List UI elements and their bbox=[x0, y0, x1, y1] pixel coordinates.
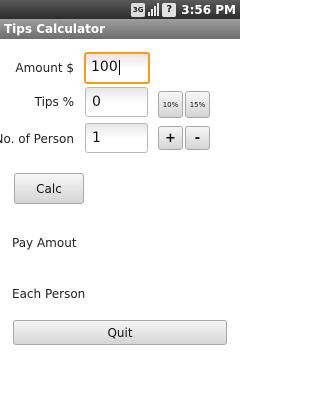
amount-input[interactable]: 100 bbox=[84, 52, 150, 84]
tip-10-button[interactable]: 10% bbox=[158, 91, 183, 118]
amount-value: 100 bbox=[91, 59, 118, 75]
minus-label: - bbox=[194, 130, 201, 146]
app-title: Tips Calculator bbox=[4, 22, 105, 36]
tips-label: Tips % bbox=[34, 95, 74, 109]
network-3g-icon: 3G bbox=[131, 2, 146, 17]
tip-15-label: 15% bbox=[189, 100, 206, 109]
signal-strength-icon bbox=[148, 3, 160, 16]
plus-button[interactable]: + bbox=[158, 126, 183, 150]
battery-icon: ? bbox=[162, 2, 177, 17]
persons-label: No. of Person bbox=[0, 132, 74, 146]
quit-label: Quit bbox=[107, 325, 133, 340]
persons-input[interactable]: 1 bbox=[85, 123, 148, 153]
plus-label: + bbox=[165, 130, 176, 146]
each-person-label: Each Person bbox=[12, 287, 86, 301]
text-cursor bbox=[118, 59, 120, 75]
status-bar: 3G ? 3:56 PM bbox=[0, 0, 240, 19]
network-type-label: 3G bbox=[132, 5, 144, 14]
quit-button[interactable]: Quit bbox=[13, 320, 227, 345]
minus-button[interactable]: - bbox=[185, 126, 210, 150]
calc-label: Calc bbox=[36, 181, 62, 196]
tips-input[interactable]: 0 bbox=[85, 87, 148, 117]
tips-value: 0 bbox=[92, 94, 101, 110]
amount-label: Amount $ bbox=[15, 61, 74, 75]
persons-value: 1 bbox=[92, 130, 101, 146]
tip-10-label: 10% bbox=[162, 100, 179, 109]
status-clock: 3:56 PM bbox=[181, 2, 236, 17]
calc-button[interactable]: Calc bbox=[14, 173, 84, 204]
pay-amount-label: Pay Amout bbox=[12, 236, 77, 250]
tip-15-button[interactable]: 15% bbox=[185, 91, 210, 118]
app-title-bar: Tips Calculator bbox=[0, 19, 240, 39]
